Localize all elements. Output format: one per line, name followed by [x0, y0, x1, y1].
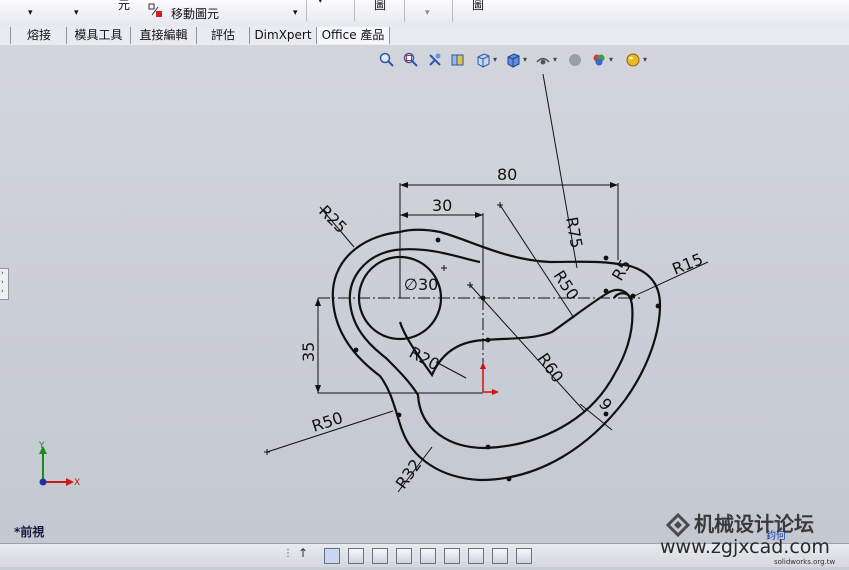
inner-slot-continuation	[394, 248, 481, 264]
tab-weldments[interactable]: 熔接	[12, 27, 67, 44]
dim-r75[interactable]: R75	[562, 215, 586, 249]
reference-triad: Y X	[38, 441, 80, 488]
dim-r15[interactable]: R15	[669, 249, 705, 278]
view-front-icon[interactable]	[324, 548, 340, 564]
watermark-badge: 鈞何	[766, 529, 786, 542]
dim-r50-lower[interactable]: R50	[309, 408, 345, 436]
arrow-up-icon[interactable]: ↑	[298, 546, 308, 560]
view-top-icon[interactable]	[420, 548, 436, 564]
command-manager-tabs: 熔接 模具工具 直接編輯 評估 DimXpert Office 產品	[0, 26, 849, 46]
view-isometric-icon[interactable]	[468, 548, 484, 564]
toolbar-label-yuan[interactable]: 元	[118, 0, 130, 22]
dim-r20[interactable]: R20	[406, 343, 443, 375]
tab-dimxpert[interactable]: DimXpert	[250, 27, 317, 44]
watermark-url: www.zgjxcad.com	[660, 536, 830, 558]
view-dimetric-icon[interactable]	[516, 548, 532, 564]
dim-r60[interactable]: R60	[534, 349, 568, 386]
view-trimetric-icon[interactable]	[492, 548, 508, 564]
inner-slot-profile	[348, 248, 634, 450]
tab-evaluate[interactable]: 評估	[197, 27, 250, 44]
view-back-icon[interactable]	[348, 548, 364, 564]
triad-y-label: Y	[38, 441, 45, 451]
toolbar-separator	[306, 0, 307, 22]
dim-r32[interactable]: R32	[392, 456, 426, 493]
r5-arc	[613, 292, 634, 301]
dropdown-arrow-icon[interactable]: ▾	[318, 0, 323, 22]
dim-30[interactable]: 30	[432, 196, 452, 215]
toolbar-separator	[404, 0, 405, 22]
toolbar-separator	[452, 0, 453, 22]
toolbar-label-tu[interactable]: 圖	[374, 0, 386, 22]
watermark-sub: solidworks.org.tw	[774, 558, 836, 566]
command-manager-toolbar: ▾ ▾ 元 移動圖元 ▾ ▾ 圖 ▾ 圖	[0, 0, 849, 27]
tab-direct-editing[interactable]: 直接編輯	[131, 27, 197, 44]
view-name-label: *前視	[14, 525, 45, 539]
sketch-geometry	[331, 228, 662, 482]
sketch-canvas[interactable]: 80 30 35 ∅30 R25 R75 R50 R5 R15 R20 R60 …	[0, 45, 849, 543]
dim-r25[interactable]: R25	[315, 201, 351, 237]
view-left-icon[interactable]	[372, 548, 388, 564]
move-entities-icon[interactable]	[148, 3, 164, 19]
view-right-icon[interactable]	[396, 548, 412, 564]
dim-35[interactable]: 35	[299, 342, 318, 362]
sketch-origin-icon	[480, 362, 499, 395]
center-marks	[264, 202, 503, 455]
dim-80[interactable]: 80	[497, 165, 517, 184]
tab-office-products[interactable]: Office 產品	[317, 27, 390, 44]
toolbar-grip: ⋮	[283, 548, 293, 559]
watermark-title: 机械设计论坛	[694, 512, 814, 536]
triad-x-label: X	[74, 478, 80, 488]
toolbar-label-tu[interactable]: 圖	[472, 0, 484, 22]
dimension-text: 80 30 35 ∅30 R25 R75 R50 R5 R15 R20 R60 …	[299, 165, 706, 492]
view-bottom-icon[interactable]	[444, 548, 460, 564]
dim-r5[interactable]: R5	[608, 256, 635, 284]
watermark: 机械设计论坛 www.zgjxcad.com 鈞何 solidworks.org…	[660, 505, 849, 566]
toolbar-separator	[354, 0, 355, 22]
watermark-logo-icon	[665, 512, 691, 538]
tab-divider	[8, 27, 11, 44]
dim-dia30[interactable]: ∅30	[404, 275, 438, 294]
tab-mold-tools[interactable]: 模具工具	[67, 27, 131, 44]
